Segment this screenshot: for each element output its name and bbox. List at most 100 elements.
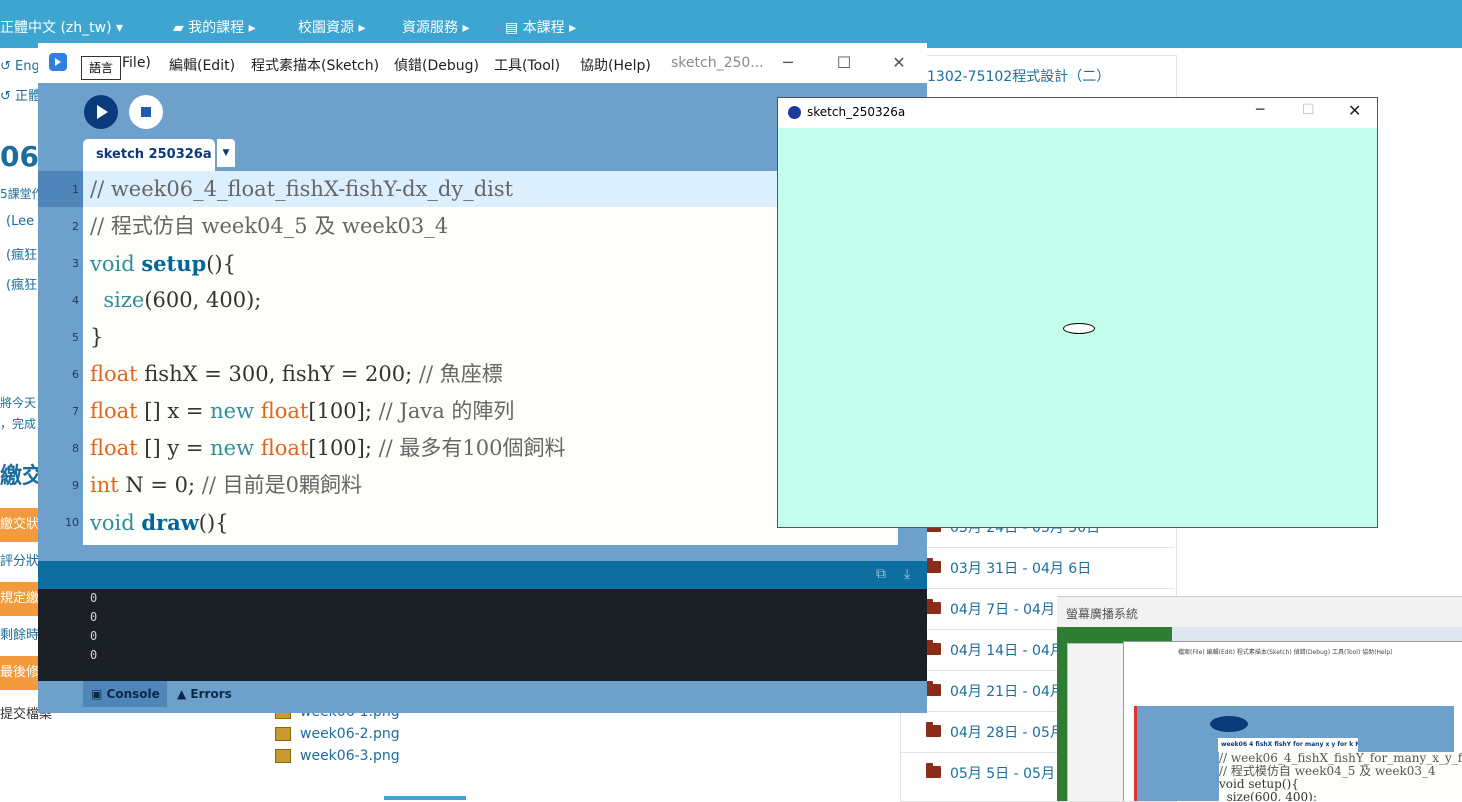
close-button[interactable]: ✕	[1348, 101, 1361, 120]
fish-ellipse	[1063, 323, 1095, 334]
shared-ide: 檔案(File) 編輯(Edit) 程式素描本(Sketch) 偵錯(Debug…	[1123, 641, 1462, 801]
image-file-icon	[275, 749, 291, 763]
partial-button[interactable]	[384, 796, 466, 800]
menu-tool[interactable]: 工具(Tool)	[494, 55, 560, 75]
briefcase-icon: ▰	[173, 20, 189, 36]
code-line: void draw(){	[90, 510, 229, 535]
book-icon: ▤	[505, 20, 523, 36]
nav-resource-services[interactable]: 資源服務 ▸	[402, 0, 469, 48]
line-number: 7	[72, 405, 79, 418]
language-menu[interactable]: 正體中文 (zh_tw) ▾	[0, 0, 123, 48]
code-line: // week06_4_float_fishX-fishY-dx_dy_dist	[90, 177, 514, 201]
sketch-window-title: sketch_250326a	[807, 105, 906, 119]
console-line: 0	[90, 648, 98, 662]
terminal-icon: ▣	[91, 687, 103, 701]
code-line: void setup(){	[90, 251, 236, 276]
processing-logo-icon	[49, 53, 67, 71]
maximize-button[interactable]: ☐	[829, 51, 859, 75]
nav-this-course[interactable]: ▤ 本課程 ▸	[505, 0, 576, 48]
left-text-1: 將今天	[0, 396, 37, 410]
menu-edit[interactable]: 編輯(Edit)	[169, 55, 235, 75]
console-output: 0 0 0 0	[38, 589, 927, 681]
line-number: 3	[72, 257, 79, 270]
tab-dropdown-button[interactable]: ▼	[217, 139, 235, 167]
left-link-2[interactable]: (瘋狂	[6, 244, 37, 263]
ide-window-title: sketch_250...	[671, 55, 764, 71]
nav-my-courses[interactable]: ▰ 我的課程 ▸	[173, 0, 256, 48]
line-number: 5	[72, 331, 79, 344]
language-tooltip: 語言	[81, 56, 121, 80]
line-number: 10	[65, 516, 79, 529]
maximize-button: ☐	[1302, 102, 1315, 118]
code-line: float fishX = 300, fishY = 200; // 魚座標	[90, 362, 503, 386]
menu-help[interactable]: 協助(Help)	[580, 55, 651, 75]
stop-icon	[141, 107, 151, 117]
nav-campus-resources[interactable]: 校園資源 ▸	[298, 0, 365, 48]
shared-tab: week06 4 fishX fishY for many x y for k …	[1218, 738, 1358, 752]
line-number: 2	[72, 220, 79, 233]
file-link-2[interactable]: week06-2.png	[275, 726, 400, 742]
line-number-gutter: 1 2 3 4 5 6 7 8 9 10	[38, 171, 83, 545]
chevron-down-icon: ▼	[222, 148, 230, 158]
console-header: ⧉ ⤓	[38, 561, 927, 589]
minimize-button[interactable]: ─	[773, 51, 803, 75]
console-tab[interactable]: ▣ Console	[83, 681, 167, 707]
code-line: }	[90, 325, 104, 349]
lang-option-en[interactable]: ↺ Engl	[0, 59, 43, 74]
folder-icon	[926, 599, 941, 614]
image-file-icon	[275, 727, 291, 741]
code-line: float [] x = new float[100]; // Java 的陣列	[90, 399, 515, 423]
menu-file[interactable]: File)	[122, 55, 151, 71]
status-submission: 繳交狀	[0, 508, 38, 542]
clear-console-icon[interactable]: ⤓	[904, 566, 920, 582]
stop-button[interactable]	[129, 95, 163, 129]
course-title-link[interactable]: 1302-75102程式設計（二）	[927, 66, 1110, 86]
sketch-output-window: sketch_250326a ─ ☐ ✕	[777, 97, 1378, 528]
shared-run-icon	[1210, 716, 1248, 732]
shared-editor: // week06_4_fishX_fishY_for_many_x_y_for…	[1219, 752, 1462, 801]
warning-icon: ▲	[177, 687, 187, 701]
broadcast-viewport: 檔案(File) 編輯(Edit) 程式素描本(Sketch) 偵錯(Debug…	[1057, 627, 1462, 801]
shared-red-marker	[1134, 706, 1137, 801]
menu-sketch[interactable]: 程式素描本(Sketch)	[251, 55, 379, 75]
status-last-modified: 最後修	[0, 656, 38, 690]
folder-icon	[926, 640, 941, 655]
sketch-tab[interactable]: sketch 250326a	[83, 139, 215, 171]
status-due: 規定繳	[0, 582, 38, 616]
file-link-3[interactable]: week06-3.png	[275, 748, 400, 764]
status-grading: 評分狀	[0, 554, 38, 569]
folder-icon	[926, 558, 941, 573]
console-line: 0	[90, 610, 98, 624]
folder-icon	[926, 722, 941, 737]
copy-console-icon[interactable]: ⧉	[876, 566, 892, 582]
screen-broadcast-window: 螢幕廣播系統 檔案(File) 編輯(Edit) 程式素描本(Sketch) 偵…	[1057, 596, 1462, 801]
week-row[interactable]: 03月 31日 - 04月 6日	[900, 547, 1175, 588]
code-line: // 程式仿自 week04_5 及 week03_4	[90, 214, 449, 238]
ide-statusbar: ▣ Console ▲ Errors	[38, 681, 927, 713]
line-number: 4	[72, 294, 79, 307]
line-number: 9	[72, 479, 79, 492]
code-line: float [] y = new float[100]; // 最多有100個飼…	[90, 436, 566, 460]
folder-icon	[926, 681, 941, 696]
errors-tab[interactable]: ▲ Errors	[177, 681, 257, 707]
left-link-1[interactable]: (Lee	[6, 214, 34, 229]
close-button[interactable]: ✕	[884, 51, 914, 75]
console-line: 0	[90, 591, 98, 605]
status-remaining: 剩餘時	[0, 628, 38, 643]
sketch-titlebar: sketch_250326a ─ ☐ ✕	[778, 98, 1377, 128]
sketch-canvas[interactable]	[778, 128, 1377, 527]
ide-titlebar: 語言 File) 編輯(Edit) 程式素描本(Sketch) 偵錯(Debug…	[38, 43, 927, 83]
line-number: 8	[72, 442, 79, 455]
shared-menus: 檔案(File) 編輯(Edit) 程式素描本(Sketch) 偵錯(Debug…	[1178, 649, 1393, 656]
run-button[interactable]	[84, 95, 118, 129]
code-line: int N = 0; // 目前是0顆飼料	[90, 473, 362, 497]
code-line: size(600, 400);	[103, 288, 262, 312]
site-topbar: 正體中文 (zh_tw) ▾ ▰ 我的課程 ▸ 校園資源 ▸ 資源服務 ▸ ▤ …	[0, 0, 1462, 48]
lang-option-tw[interactable]: ↺ 正體	[0, 85, 41, 104]
left-text-2: ，完成	[0, 417, 37, 431]
broadcast-title: 螢幕廣播系統	[1066, 607, 1139, 621]
minimize-button[interactable]: ─	[1256, 102, 1264, 118]
menu-debug[interactable]: 偵錯(Debug)	[394, 55, 479, 75]
code-editor[interactable]: // week06_4_float_fishX-fishY-dx_dy_dist…	[83, 171, 898, 545]
left-link-3[interactable]: (瘋狂	[6, 274, 37, 293]
